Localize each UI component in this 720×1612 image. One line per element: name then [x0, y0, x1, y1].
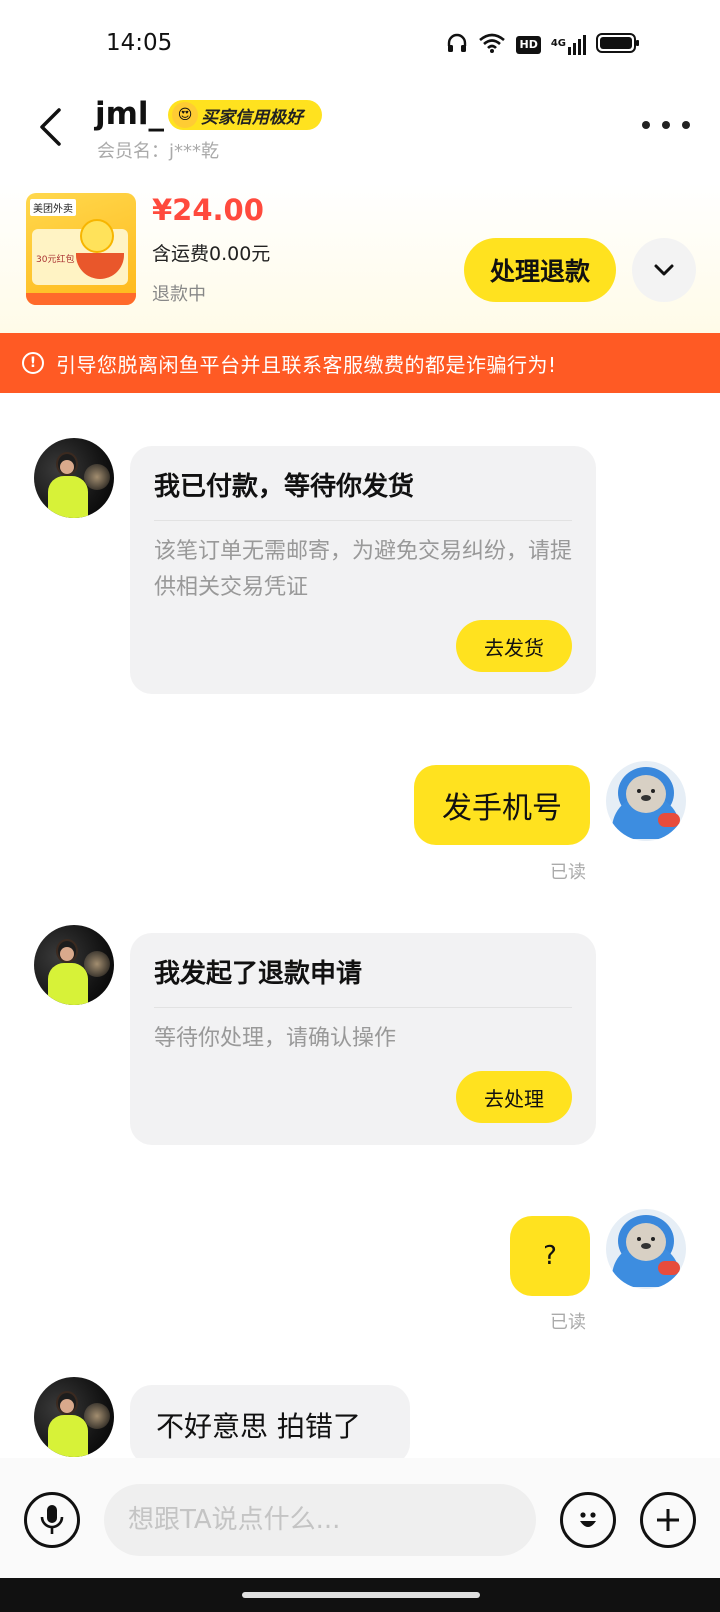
status-time: 14:05 — [106, 30, 173, 56]
chat-username[interactable]: jml_ — [95, 96, 164, 132]
avatar-face — [60, 460, 74, 474]
plus-icon — [657, 1509, 679, 1531]
outgoing-message: 发手机号 — [414, 765, 590, 845]
avatar-body — [48, 1415, 88, 1457]
heart-eyes-emoji-icon: 😍 — [172, 102, 198, 128]
avatar-face — [60, 947, 74, 961]
battery-icon — [596, 32, 640, 58]
chevron-down-icon — [654, 264, 674, 276]
wifi-icon — [478, 32, 506, 58]
thumbnail-coupon-text: 30元红包 — [36, 255, 75, 265]
expand-button[interactable] — [632, 238, 696, 302]
chevron-left-icon — [40, 108, 61, 146]
smiley-icon — [580, 1512, 596, 1527]
more-dot-icon — [662, 121, 670, 129]
avatar-face — [60, 1399, 74, 1413]
more-actions-button[interactable] — [640, 1492, 696, 1548]
headphones-icon — [446, 32, 468, 58]
product-price: ¥24.00 — [152, 193, 264, 227]
message-input[interactable] — [104, 1484, 536, 1556]
seal-tail — [658, 813, 680, 827]
avatar-light — [84, 1403, 110, 1429]
more-options-button[interactable] — [642, 110, 690, 140]
shipping-fee: 含运费0.00元 — [152, 243, 271, 265]
hd-icon: HD — [516, 36, 541, 54]
my-avatar[interactable] — [606, 761, 686, 841]
read-receipt: 已读 — [550, 1312, 586, 1333]
process-refund-button[interactable]: 处理退款 — [464, 238, 616, 302]
card-title: 我发起了退款申请 — [154, 959, 363, 989]
seal-eye — [637, 1237, 641, 1241]
signal-4g-icon: 4G — [551, 35, 586, 55]
card-body: 该笔订单无需邮寄，为避免交易纠纷，请提供相关交易凭证 — [154, 539, 573, 600]
avatar-light — [84, 464, 110, 490]
ship-button[interactable]: 去发货 — [456, 620, 572, 672]
seal-eye — [651, 1237, 655, 1241]
read-receipt: 已读 — [550, 862, 586, 883]
back-button[interactable] — [30, 102, 70, 152]
more-dot-icon — [682, 121, 690, 129]
network-label: 4G — [550, 38, 566, 49]
card-divider — [154, 1007, 572, 1008]
outgoing-message: ? — [510, 1216, 590, 1296]
card-divider — [154, 520, 572, 521]
seal-nose — [641, 1243, 651, 1249]
kangaroo-mascot-icon — [80, 219, 114, 253]
microphone-icon — [40, 1505, 64, 1534]
status-icons: HD 4G — [446, 32, 640, 58]
input-bar — [0, 1458, 720, 1578]
thumbnail-strip — [26, 293, 136, 305]
credit-badge-label: 买家信用极好 — [201, 107, 303, 128]
card-body: 等待你处理，请确认操作 — [154, 1026, 397, 1051]
product-thumbnail[interactable]: 美团外卖 30元红包 — [26, 193, 136, 305]
avatar-body — [48, 963, 88, 1005]
status-bar: 14:05 HD 4G — [0, 0, 720, 90]
refund-card-message: 我发起了退款申请 等待你处理，请确认操作 去处理 — [130, 933, 596, 1145]
sender-avatar[interactable] — [34, 925, 114, 1005]
more-dot-icon — [642, 121, 650, 129]
emoji-button[interactable] — [560, 1492, 616, 1548]
alert-icon: ! — [22, 352, 44, 374]
voice-input-button[interactable] — [24, 1492, 80, 1548]
gesture-bar — [0, 1578, 720, 1612]
fraud-warning-banner: ! 引导您脱离闲鱼平台并且联系客服缴费的都是诈骗行为! — [0, 333, 720, 393]
incoming-message: 不好意思 拍错了 — [130, 1385, 410, 1458]
chat-messages[interactable]: 我已付款，等待你发货 该笔订单无需邮寄，为避免交易纠纷，请提供相关交易凭证 去发… — [0, 393, 720, 1458]
seal-eye — [651, 789, 655, 793]
seal-nose — [641, 795, 651, 801]
home-indicator-pill[interactable] — [242, 1592, 480, 1598]
credit-badge[interactable]: 😍 买家信用极好 — [168, 100, 322, 130]
order-status: 退款中 — [152, 284, 206, 305]
member-name: 会员名：j***乾 — [97, 141, 220, 162]
warning-text: 引导您脱离闲鱼平台并且联系客服缴费的都是诈骗行为! — [56, 352, 557, 377]
seal-tail — [658, 1261, 680, 1275]
card-title: 我已付款，等待你发货 — [154, 472, 415, 502]
handle-refund-button[interactable]: 去处理 — [456, 1071, 572, 1123]
avatar-body — [48, 476, 88, 518]
my-avatar[interactable] — [606, 1209, 686, 1289]
seal-face — [626, 775, 666, 813]
seal-face — [626, 1223, 666, 1261]
avatar-light — [84, 951, 110, 977]
thumbnail-brand: 美团外卖 — [30, 199, 76, 216]
sender-avatar[interactable] — [34, 438, 114, 518]
payment-card-message: 我已付款，等待你发货 该笔订单无需邮寄，为避免交易纠纷，请提供相关交易凭证 去发… — [130, 446, 596, 694]
sender-avatar[interactable] — [34, 1377, 114, 1457]
seal-eye — [637, 789, 641, 793]
